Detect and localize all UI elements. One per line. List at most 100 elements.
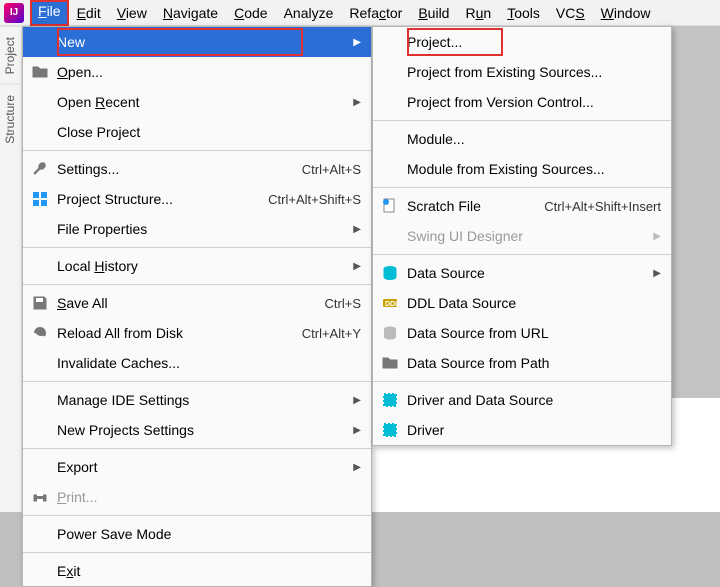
menu-item-label: Project from Existing Sources... <box>407 64 661 80</box>
menu-item-label: DDL Data Source <box>407 295 661 311</box>
menu-item-label: New Projects Settings <box>57 422 345 438</box>
new-menu-project[interactable]: Project... <box>373 27 671 57</box>
menu-refactor[interactable]: Refactor <box>341 2 410 24</box>
structure-icon <box>31 190 49 208</box>
menu-item-label: Project Structure... <box>57 191 258 207</box>
menu-item-label: Local History <box>57 258 345 274</box>
separator <box>23 515 371 516</box>
menu-item-label: Project from Version Control... <box>407 94 661 110</box>
shortcut-label: Ctrl+Alt+Y <box>302 326 361 341</box>
separator <box>23 247 371 248</box>
menu-edit[interactable]: Edit <box>69 2 109 24</box>
separator <box>373 187 671 188</box>
new-menu-module[interactable]: Module... <box>373 124 671 154</box>
menu-item-label: Invalidate Caches... <box>57 355 361 371</box>
menu-item-label: Open Recent <box>57 94 345 110</box>
file-menu-power-save-mode[interactable]: Power Save Mode <box>23 519 371 549</box>
driver-icon <box>381 421 399 439</box>
menu-item-label: Export <box>57 459 345 475</box>
file-menu-export[interactable]: Export ▶ <box>23 452 371 482</box>
menu-item-label: Reload All from Disk <box>57 325 292 341</box>
file-menu-local-history[interactable]: Local History ▶ <box>23 251 371 281</box>
shortcut-label: Ctrl+Alt+S <box>302 162 361 177</box>
file-menu-print: Print... <box>23 482 371 512</box>
separator <box>23 284 371 285</box>
wrench-icon <box>31 160 49 178</box>
submenu-arrow-icon: ▶ <box>353 37 361 48</box>
separator <box>373 381 671 382</box>
menu-item-label: Print... <box>57 489 361 505</box>
sidebar-tab-structure[interactable]: Structure <box>0 84 20 154</box>
separator <box>23 150 371 151</box>
new-menu-data-source[interactable]: Data Source ▶ <box>373 258 671 288</box>
menu-item-label: Driver and Data Source <box>407 392 661 408</box>
new-menu-ddl-data-source[interactable]: DDLDDL Data Source <box>373 288 671 318</box>
menu-file[interactable]: File <box>30 0 69 26</box>
reload-icon <box>31 324 49 342</box>
file-menu-exit[interactable]: Exit <box>23 556 371 586</box>
new-menu-data-source-from-path[interactable]: Data Source from Path <box>373 348 671 378</box>
menu-analyze[interactable]: Analyze <box>276 2 342 24</box>
file-menu-open-recent[interactable]: Open Recent ▶ <box>23 87 371 117</box>
new-menu-project-from-existing-sources[interactable]: Project from Existing Sources... <box>373 57 671 87</box>
menu-item-label: Power Save Mode <box>57 526 361 542</box>
submenu-arrow-icon: ▶ <box>353 261 361 272</box>
menu-run[interactable]: Run <box>457 2 499 24</box>
menu-item-label: Data Source from Path <box>407 355 661 371</box>
sidebar-tab-project[interactable]: Project <box>0 26 20 84</box>
file-menu-file-properties[interactable]: File Properties▶ <box>23 214 371 244</box>
separator <box>23 381 371 382</box>
menu-vcs[interactable]: VCS <box>548 2 593 24</box>
submenu-arrow-icon: ▶ <box>353 97 361 108</box>
separator <box>373 120 671 121</box>
new-menu-module-from-existing-sources[interactable]: Module from Existing Sources... <box>373 154 671 184</box>
url-db-icon <box>381 324 399 342</box>
submenu-arrow-icon: ▶ <box>353 462 361 473</box>
file-menu-settings[interactable]: Settings...Ctrl+Alt+S <box>23 154 371 184</box>
new-submenu-dropdown: Project... Project from Existing Sources.… <box>372 26 672 446</box>
file-menu-reload-all-from-disk[interactable]: Reload All from Disk Ctrl+Alt+Y <box>23 318 371 348</box>
separator <box>23 448 371 449</box>
submenu-arrow-icon: ▶ <box>653 268 661 279</box>
file-menu-new-projects-settings[interactable]: New Projects Settings ▶ <box>23 415 371 445</box>
file-menu-close-project[interactable]: Close Project <box>23 117 371 147</box>
menu-window[interactable]: Window <box>593 2 659 24</box>
sidebar: Project Structure <box>0 26 22 512</box>
file-menu-new[interactable]: New▶ <box>23 27 371 57</box>
separator <box>373 254 671 255</box>
submenu-arrow-icon: ▶ <box>353 224 361 235</box>
menu-item-label: Open... <box>57 64 361 80</box>
menu-item-label: Save All <box>57 295 315 311</box>
menu-build[interactable]: Build <box>410 2 457 24</box>
folder-icon <box>381 354 399 372</box>
menu-item-label: Scratch File <box>407 198 534 214</box>
menu-tools[interactable]: Tools <box>499 2 548 24</box>
new-menu-data-source-from-url[interactable]: Data Source from URL <box>373 318 671 348</box>
menu-view[interactable]: View <box>109 2 155 24</box>
menu-item-label: Manage IDE Settings <box>57 392 345 408</box>
shortcut-label: Ctrl+Alt+Shift+S <box>268 192 361 207</box>
new-menu-driver-and-data-source[interactable]: Driver and Data Source <box>373 385 671 415</box>
menu-item-label: Data Source from URL <box>407 325 661 341</box>
new-menu-driver[interactable]: Driver <box>373 415 671 445</box>
menu-item-label: Driver <box>407 422 661 438</box>
menubar: IJ FileEditViewNavigateCodeAnalyzeRefact… <box>0 0 720 26</box>
submenu-arrow-icon: ▶ <box>353 425 361 436</box>
submenu-arrow-icon: ▶ <box>653 231 661 242</box>
menu-item-label: Module from Existing Sources... <box>407 161 661 177</box>
file-menu-invalidate-caches[interactable]: Invalidate Caches... <box>23 348 371 378</box>
submenu-arrow-icon: ▶ <box>353 395 361 406</box>
file-menu-project-structure[interactable]: Project Structure... Ctrl+Alt+Shift+S <box>23 184 371 214</box>
file-menu-open[interactable]: Open... <box>23 57 371 87</box>
menu-code[interactable]: Code <box>226 2 275 24</box>
new-menu-project-from-version-control[interactable]: Project from Version Control... <box>373 87 671 117</box>
new-menu-scratch-file[interactable]: Scratch FileCtrl+Alt+Shift+Insert <box>373 191 671 221</box>
menu-item-label: Data Source <box>407 265 645 281</box>
shortcut-label: Ctrl+S <box>325 296 361 311</box>
db-icon <box>381 264 399 282</box>
file-menu-save-all[interactable]: Save All Ctrl+S <box>23 288 371 318</box>
file-menu-manage-ide-settings[interactable]: Manage IDE Settings ▶ <box>23 385 371 415</box>
scratch-icon <box>381 197 399 215</box>
menu-item-label: Module... <box>407 131 661 147</box>
menu-navigate[interactable]: Navigate <box>155 2 226 24</box>
